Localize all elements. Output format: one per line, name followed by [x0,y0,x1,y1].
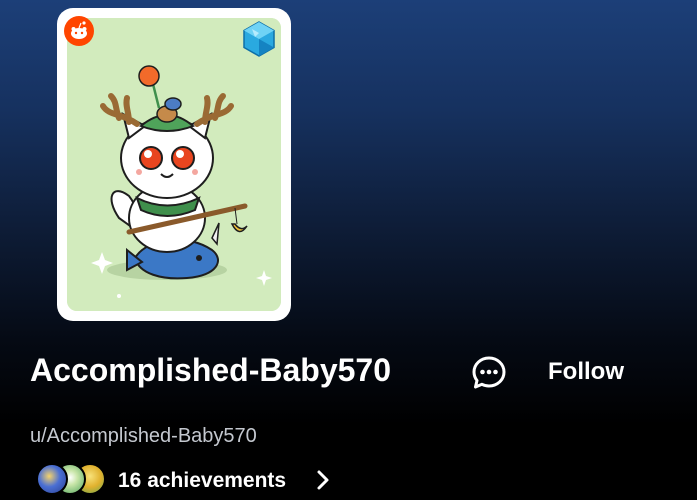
achievements-count: 16 achievements [118,469,287,492]
reddit-logo-icon [64,16,94,46]
display-name: Accomplished-Baby570 [30,352,392,388]
chat-bubble-icon [472,356,506,389]
follow-button[interactable]: Follow [540,352,632,392]
chat-button[interactable] [470,354,508,392]
achievements-link[interactable]: 16 achievements [36,460,346,500]
gem-icon [242,21,276,57]
avatar-image [67,18,281,311]
chevron-right-icon [317,470,329,490]
username: u/Accomplished-Baby570 [30,425,257,447]
achievement-badge-blue-icon [36,463,68,495]
